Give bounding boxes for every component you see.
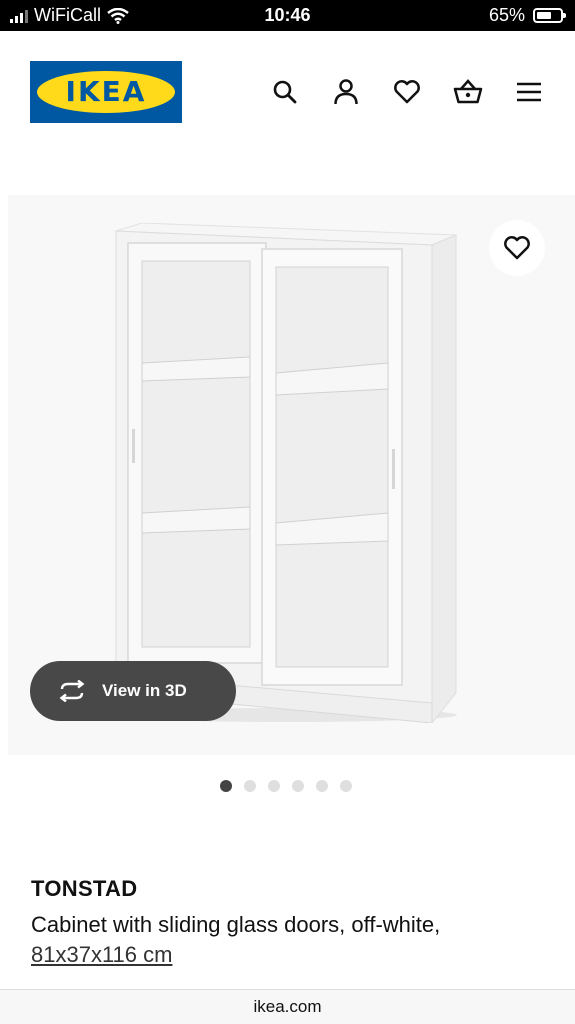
logo-text: IKEA [65, 75, 147, 108]
product-image [115, 223, 457, 723]
pagination-dot[interactable] [292, 780, 304, 792]
status-bar: WiFiCall 10:46 65% [0, 0, 575, 31]
pagination-dot[interactable] [340, 780, 352, 792]
status-right: 65% [488, 5, 566, 26]
battery-icon [533, 8, 566, 23]
header-icons [269, 76, 545, 108]
url-text: ikea.com [253, 997, 322, 1016]
ikea-logo[interactable]: IKEA [30, 61, 182, 123]
search-icon[interactable] [269, 76, 301, 108]
pagination-dot[interactable] [268, 780, 280, 792]
battery-percent: 65% [488, 5, 525, 25]
pagination-dot[interactable] [244, 780, 256, 792]
view-in-3d-label: View in 3D [102, 681, 187, 700]
account-icon[interactable] [330, 76, 362, 108]
menu-icon[interactable] [513, 76, 545, 108]
gallery-pagination [220, 780, 352, 792]
site-header: IKEA [30, 60, 545, 124]
heart-icon [504, 236, 530, 260]
product-description-text: Cabinet with sliding glass doors, off-wh… [31, 912, 441, 937]
product-info: TONSTAD Cabinet with sliding glass doors… [31, 876, 551, 970]
favorite-button[interactable] [489, 220, 545, 276]
view-in-3d-button[interactable]: View in 3D [30, 661, 236, 721]
pagination-dot[interactable] [316, 780, 328, 792]
product-image-gallery[interactable]: View in 3D [8, 195, 575, 755]
cart-icon[interactable] [452, 76, 484, 108]
browser-url-bar[interactable]: ikea.com [0, 989, 575, 1024]
rotate-3d-icon [59, 680, 85, 702]
wishlist-icon[interactable] [391, 76, 423, 108]
product-description: Cabinet with sliding glass doors, off-wh… [31, 910, 551, 970]
product-name: TONSTAD [31, 876, 138, 901]
product-size-link[interactable]: 81x37x116 cm [31, 942, 172, 967]
pagination-dot[interactable] [220, 780, 232, 792]
